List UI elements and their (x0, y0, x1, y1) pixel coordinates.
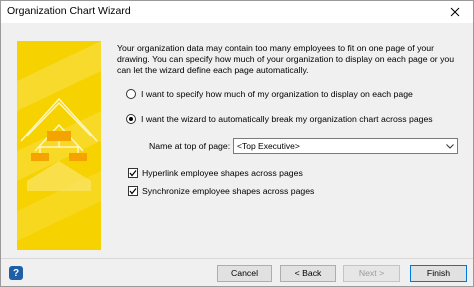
checkmark-icon (129, 188, 137, 195)
radio-auto-label: I want the wizard to automatically break… (141, 114, 433, 124)
checkmark-icon (129, 170, 137, 177)
radio-specify[interactable] (126, 89, 136, 99)
synchronize-option[interactable]: Synchronize employee shapes across pages (128, 186, 314, 196)
name-at-top-dropdown[interactable]: <Top Executive> (233, 138, 458, 154)
finish-button[interactable]: Finish (410, 265, 467, 282)
footer-divider (1, 258, 473, 259)
chevron-down-icon[interactable] (443, 139, 457, 153)
radio-auto-option[interactable]: I want the wizard to automatically break… (126, 114, 433, 124)
next-button[interactable]: Next > (343, 265, 400, 282)
hyperlink-checkbox[interactable] (128, 168, 138, 178)
synchronize-checkbox[interactable] (128, 186, 138, 196)
back-button[interactable]: < Back (280, 265, 336, 282)
synchronize-label: Synchronize employee shapes across pages (142, 186, 315, 196)
wizard-window: Organization Chart Wizard Your organizat… (0, 0, 474, 287)
cancel-button[interactable]: Cancel (217, 265, 272, 282)
radio-specify-option[interactable]: I want to specify how much of my organiz… (126, 89, 413, 99)
radio-auto[interactable] (126, 114, 136, 124)
radio-specify-label: I want to specify how much of my organiz… (141, 89, 413, 99)
name-at-top-label: Name at top of page: (149, 141, 231, 151)
title-bar: Organization Chart Wizard (1, 1, 473, 23)
window-title: Organization Chart Wizard (7, 5, 131, 17)
help-icon[interactable]: ? (9, 266, 23, 280)
hyperlink-label: Hyperlink employee shapes across pages (142, 168, 303, 178)
name-at-top-value: <Top Executive> (237, 141, 300, 151)
hyperlink-option[interactable]: Hyperlink employee shapes across pages (128, 168, 303, 178)
close-button[interactable] (437, 1, 473, 23)
org-chart-illustration (17, 41, 101, 250)
wizard-banner-image (17, 41, 101, 250)
wizard-description: Your organization data may contain too m… (117, 43, 455, 75)
close-icon (450, 7, 460, 17)
